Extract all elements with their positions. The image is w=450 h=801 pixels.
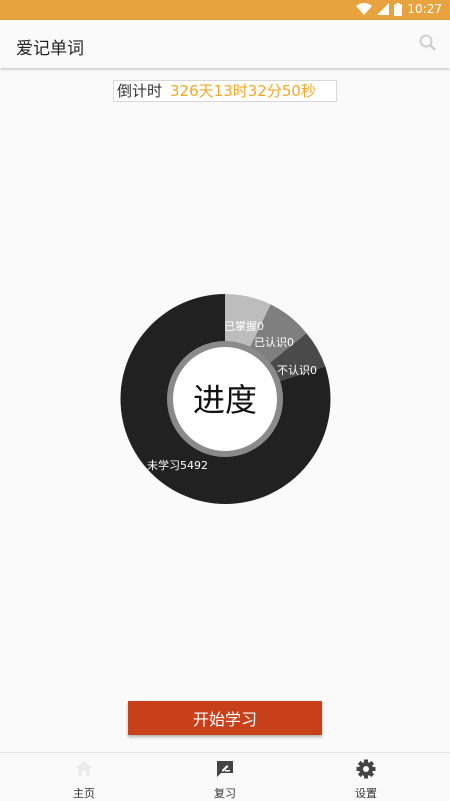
segment-label-unknown: 不认识0 [277,364,317,377]
nav-item-settings[interactable]: 设置 [326,759,406,801]
wifi-icon [356,3,373,15]
review-icon [217,761,233,777]
home-icon [76,761,92,776]
segment-label-mastered: 已掌握0 [224,319,264,333]
nav-item-label: 复习 [214,787,236,800]
nav-item-review[interactable]: 复习 [185,759,265,801]
signal-icon [377,3,390,15]
nav-item-label: 设置 [355,787,377,800]
countdown-box: 倒计时 326天13时32分50秒 [113,80,337,102]
chart-center-label: 进度 [193,381,257,419]
status-icons: 10:27 [356,2,442,16]
search-icon[interactable] [418,33,438,53]
status-time: 10:27 [407,2,442,16]
countdown-value: 326天13时32分50秒 [170,82,316,100]
gear-icon [356,759,376,779]
progress-chart: 进度 已掌握0 已认识0 不认识0 未学习5492 [120,294,331,504]
nav-item-home[interactable]: 主页 [44,759,124,801]
app-title: 爱记单词 [16,39,84,59]
battery-icon [394,2,403,16]
bottom-nav: 主页 复习 设置 [0,752,450,801]
nav-item-label: 主页 [73,787,95,800]
segment-label-known: 已认识0 [254,336,294,349]
segment-label-unlearned: 未学习5492 [147,458,208,472]
countdown-label: 倒计时 [117,82,163,100]
start-learning-button[interactable]: 开始学习 [128,701,322,735]
app-bar: 爱记单词 [0,20,450,68]
status-bar: 10:27 [0,0,450,20]
